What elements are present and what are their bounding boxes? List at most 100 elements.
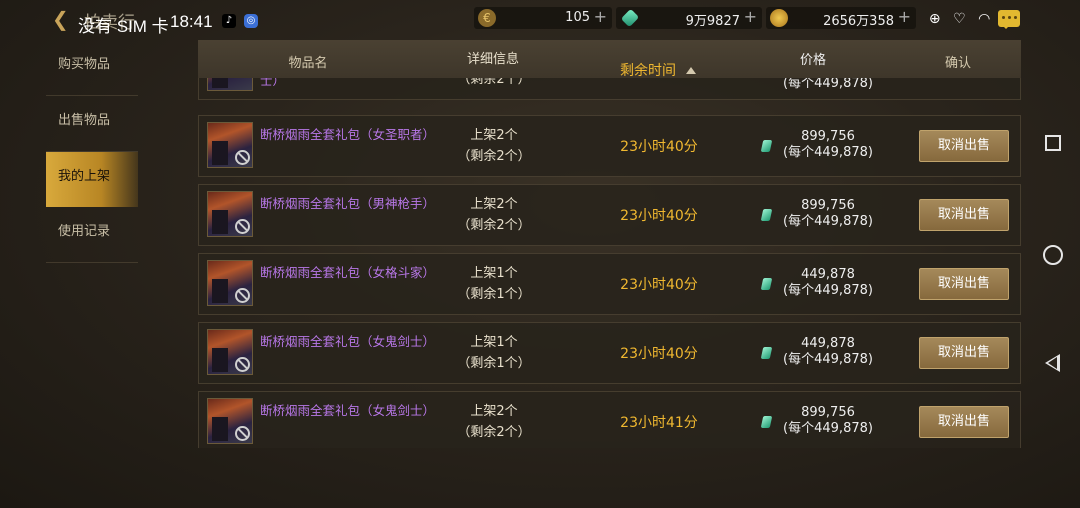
cancel-sale-button[interactable]: 取消出售 [919,130,1009,162]
sidebar-item-my-listings[interactable]: 我的上架 [46,152,138,207]
cancel-sale-button[interactable]: 取消出售 [919,268,1009,300]
table-row: 断桥烟雨全套礼包（女鬼剑士） 上架1个 （剩余1个） 23小时40分 449,8… [198,322,1021,384]
gem-icon [620,8,640,28]
sidebar-item-label: 我的上架 [58,169,111,184]
sort-ascending-icon [686,67,696,74]
add-currency-button[interactable]: + [744,7,757,26]
home-button[interactable] [1043,245,1063,265]
item-price: (每个449,878) [774,78,882,92]
cancel-sale-button[interactable]: 取消出售 [919,406,1009,438]
item-detail: 上架1个 （剩余1个） [439,332,549,374]
price-total: 899,756 [801,198,855,213]
item-thumbnail[interactable] [207,191,253,237]
price-each: (每个449,878) [783,283,873,298]
gem-icon [760,278,773,290]
coin-icon [770,9,788,27]
prohibited-icon [235,219,250,234]
remaining-time: 23小时40分 [620,346,698,362]
item-detail: 上架1个 （剩余1个） [439,263,549,305]
column-header-time[interactable]: 剩余时间 [598,60,718,80]
gem-icon [760,209,773,221]
cancel-sale-button[interactable]: 取消出售 [919,337,1009,369]
sidebar-item-label: 出售物品 [58,113,111,128]
chat-icon[interactable] [998,10,1020,29]
currency-coin: 2656万358 + [766,7,916,29]
currency-value: 9万9827 [685,14,740,29]
table-row: 断桥烟雨全套礼包（男神枪手） 上架2个 （剩余2个） 23小时40分 899,7… [198,184,1021,246]
detail-remaining: （剩余2个） [457,78,531,87]
item-name[interactable]: 士） [260,78,432,89]
item-thumbnail[interactable] [207,260,253,306]
status-clock: 18:41 [170,12,213,31]
sidebar-item-buy[interactable]: 购买物品 [46,40,138,96]
gold-coin-icon: € [478,9,496,27]
column-header-detail: 详细信息 [466,52,519,67]
currency-value: 105 [565,10,590,25]
prohibited-icon [235,426,250,441]
item-name[interactable]: 断桥烟雨全套礼包（女鬼剑士） [260,334,435,350]
item-price: 899,756 (每个449,878) [774,129,882,161]
sidebar-item-sell[interactable]: 出售物品 [46,96,138,152]
detail-listed: 上架1个 [470,335,518,350]
item-price: 449,878 (每个449,878) [774,267,882,299]
detail-listed: 上架2个 [470,197,518,212]
price-total: 449,878 [801,336,855,351]
remaining-time: 23小时40分 [620,277,698,293]
item-name[interactable]: 断桥烟雨全套礼包（女圣职者） [260,127,435,143]
detail-listed: 上架2个 [470,404,518,419]
currency-value: 2656万358 [823,14,894,29]
item-detail: 上架2个 （剩余2个） [439,125,549,167]
column-header-name: 物品名 [288,56,328,71]
gem-icon [760,140,773,152]
detail-remaining: （剩余2个） [457,218,531,233]
item-name[interactable]: 断桥烟雨全套礼包（男神枪手） [260,196,435,212]
detail-listed: 上架1个 [470,266,518,281]
table-row: 断桥烟雨全套礼包（女格斗家） 上架1个 （剩余1个） 23小时40分 449,8… [198,253,1021,315]
add-currency-button[interactable]: + [898,7,911,26]
back-arrow-icon[interactable]: ❮ [52,9,76,29]
add-currency-button[interactable]: + [594,7,607,26]
detail-remaining: （剩余1个） [457,356,531,371]
sidebar-item-history[interactable]: 使用记录 [46,207,138,263]
prohibited-icon [235,150,250,165]
item-detail: 上架2个 （剩余2个） [439,401,549,443]
listing-table[interactable]: 士） （剩余2个） (每个449,878) 断桥烟雨全套礼包（女圣职者） 上架2… [198,78,1021,448]
column-header-confirm: 确认 [944,56,971,71]
sidebar-item-label: 使用记录 [58,224,111,239]
detail-remaining: （剩余2个） [457,149,531,164]
item-detail: （剩余2个） [439,78,549,90]
item-name[interactable]: 断桥烟雨全套礼包（女鬼剑士） [260,403,435,419]
back-button[interactable] [1045,354,1060,372]
item-name[interactable]: 断桥烟雨全套礼包（女格斗家） [260,265,435,281]
item-thumbnail[interactable] [207,122,253,168]
price-each: (每个449,878) [783,352,873,367]
column-header-time-label: 剩余时间 [620,63,676,79]
remaining-time: 23小时41分 [620,415,698,431]
table-header: 物品名 详细信息 剩余时间 价格 确认 [198,40,1021,80]
price-each: (每个449,878) [783,78,873,91]
table-row: 士） （剩余2个） (每个449,878) [198,78,1021,100]
cancel-sale-button[interactable]: 取消出售 [919,199,1009,231]
price-each: (每个449,878) [783,214,873,229]
tiktok-icon: ♪ [222,14,236,28]
item-thumbnail[interactable] [207,78,253,91]
item-thumbnail[interactable] [207,329,253,375]
item-detail: 上架2个 （剩余2个） [439,194,549,236]
currency-gem: 9万9827 + [616,7,762,29]
prohibited-icon [235,288,250,303]
detail-remaining: （剩余1个） [457,287,531,302]
detail-remaining: （剩余2个） [457,425,531,440]
recent-apps-button[interactable] [1045,135,1061,151]
item-price: 899,756 (每个449,878) [774,198,882,230]
item-price: 449,878 (每个449,878) [774,336,882,368]
gem-icon [760,347,773,359]
item-thumbnail[interactable] [207,398,253,444]
table-row: 断桥烟雨全套礼包（女圣职者） 上架2个 （剩余2个） 23小时40分 899,7… [198,115,1021,177]
app-notification-icon: ◎ [244,14,258,28]
remaining-time: 23小时40分 [620,139,698,155]
sim-status: 没有 SIM 卡 [78,17,169,36]
price-each: (每个449,878) [783,145,873,160]
sidebar-item-label: 购买物品 [58,57,111,72]
top-bar: ❮ 拍卖行 没有 SIM 卡 18:41 ♪ ◎ € 105 + 9万9827 … [0,0,1080,40]
column-header-price: 价格 [799,53,826,68]
